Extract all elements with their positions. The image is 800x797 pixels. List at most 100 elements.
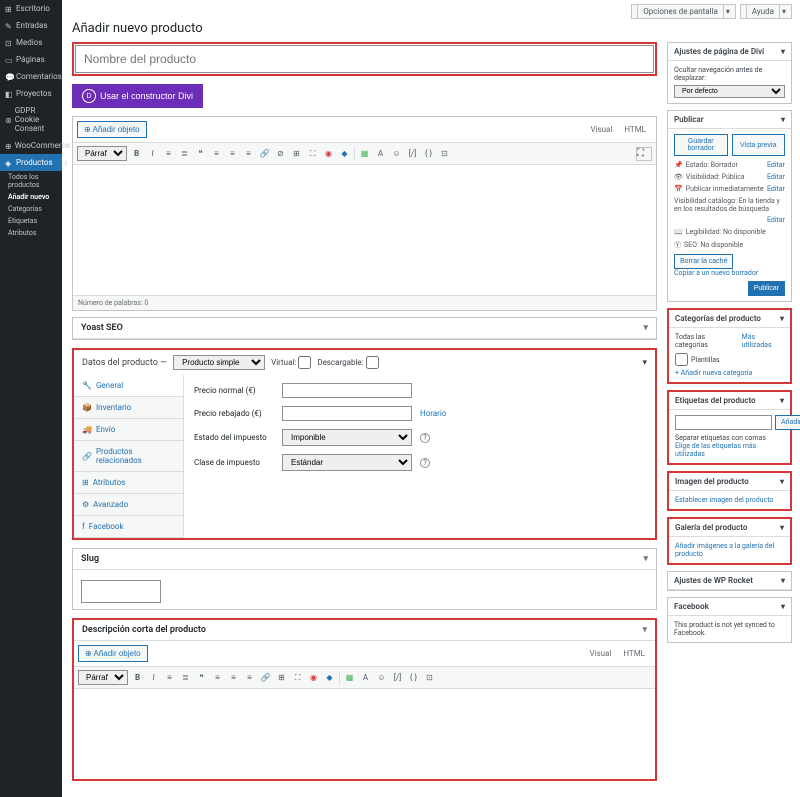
tax-class-select[interactable]: Estándar xyxy=(282,454,412,471)
list-ol-icon[interactable]: ≣ xyxy=(178,147,191,160)
align-right-icon[interactable]: ≡ xyxy=(242,147,255,160)
divi-nav-select[interactable]: Por defecto xyxy=(674,85,785,98)
sidebar-item-posts[interactable]: ✎Entradas xyxy=(0,17,62,34)
italic-icon[interactable]: I xyxy=(146,147,159,160)
edit-catalog-link[interactable]: Editar xyxy=(767,216,785,224)
text-color-icon[interactable]: A xyxy=(374,147,387,160)
code-icon[interactable]: { } xyxy=(422,147,435,160)
help-icon[interactable]: ? xyxy=(420,458,430,468)
sidebar-item-media[interactable]: ⊡Medios xyxy=(0,34,62,51)
regular-price-input[interactable] xyxy=(282,383,412,398)
chevron-down-icon[interactable]: ▾ xyxy=(780,477,784,486)
tab-inventory[interactable]: 📦 Inventario xyxy=(74,397,183,419)
format-select-short[interactable]: Párrafo xyxy=(78,670,128,685)
shortcode-icon[interactable]: [/] xyxy=(406,147,419,160)
add-gallery-link[interactable]: Añadir imágenes a la galería del product… xyxy=(675,542,774,558)
tab-facebook[interactable]: f Facebook xyxy=(74,516,183,538)
editor-body[interactable] xyxy=(73,165,656,295)
sidebar-sub-tags[interactable]: Etiquetas xyxy=(0,215,62,227)
sale-price-input[interactable] xyxy=(282,406,412,421)
more-icon[interactable]: ⊞ xyxy=(290,147,303,160)
chevron-down-icon[interactable]: ▾ xyxy=(781,115,785,124)
slug-input[interactable] xyxy=(81,580,161,603)
chevron-down-icon[interactable]: ▾ xyxy=(643,554,648,564)
chevron-down-icon[interactable]: ▾ xyxy=(642,625,647,635)
sidebar-item-projects[interactable]: ◧Proyectos xyxy=(0,85,62,102)
sidebar-item-pages[interactable]: ▭Páginas xyxy=(0,51,62,68)
screen-options-toggle[interactable]: Opciones de pantalla ▾ xyxy=(631,4,736,19)
sidebar-item-products[interactable]: ◈Productos xyxy=(0,154,62,171)
divi-builder-button[interactable]: Usar el constructor Divi xyxy=(72,84,203,108)
schedule-link[interactable]: Horario xyxy=(420,409,446,418)
tag-input[interactable] xyxy=(675,415,772,430)
chevron-down-icon[interactable]: ▾ xyxy=(781,602,785,611)
edit-date-link[interactable]: Editar xyxy=(767,185,785,193)
align-center-icon[interactable]: ≡ xyxy=(226,147,239,160)
choose-tags-link[interactable]: Elige de las etiquetas más utilizadas xyxy=(675,442,756,458)
category-checkbox[interactable]: Plantillas xyxy=(675,353,784,366)
bold-icon[interactable]: B xyxy=(130,147,143,160)
publish-button[interactable]: Publicar xyxy=(748,281,785,296)
product-title-input[interactable] xyxy=(75,45,654,73)
sidebar-sub-attributes[interactable]: Atributos xyxy=(0,227,62,239)
editor-tab-visual-short[interactable]: Visual xyxy=(583,646,617,661)
sidebar-item-comments[interactable]: 💬Comentarios xyxy=(0,68,62,85)
add-tag-button[interactable]: Añadir xyxy=(775,415,800,430)
downloadable-checkbox[interactable]: Descargable: xyxy=(317,356,378,369)
sidebar-item-woocommerce[interactable]: ⊕WooCommerce xyxy=(0,137,62,154)
special1-icon[interactable]: ◉ xyxy=(322,147,335,160)
short-editor-body[interactable] xyxy=(74,689,655,779)
table-icon[interactable]: ▦ xyxy=(358,147,371,160)
tab-advanced[interactable]: ⚙ Avanzado xyxy=(74,494,183,516)
editor-tab-html-short[interactable]: HTML xyxy=(617,646,651,661)
special2-icon[interactable]: ◆ xyxy=(338,147,351,160)
sidebar-item-gdpr[interactable]: ⊛GDPR Cookie Consent xyxy=(0,102,62,137)
chevron-down-icon[interactable]: ▾ xyxy=(643,323,648,333)
sidebar-sub-add-new[interactable]: Añadir nuevo xyxy=(0,191,62,203)
product-type-select[interactable]: Producto simple xyxy=(173,355,265,370)
chevron-down-icon[interactable]: ▾ xyxy=(780,396,784,405)
align-left-icon[interactable]: ≡ xyxy=(210,147,223,160)
list-ul-icon[interactable]: ≡ xyxy=(162,147,175,160)
expand-editor-icon[interactable]: ⛶ xyxy=(636,147,652,161)
chevron-down-icon[interactable]: ▾ xyxy=(781,576,785,585)
sidebar-sub-all[interactable]: Todos los productos xyxy=(0,171,62,191)
help-toggle[interactable]: Ayuda ▾ xyxy=(740,4,792,19)
emoji-icon[interactable]: ☺ xyxy=(390,147,403,160)
sidebar-item-dashboard[interactable]: ⊞Escritorio xyxy=(0,0,62,17)
preview-button[interactable]: Vista previa xyxy=(732,134,786,156)
clear-cache-button[interactable]: Borrar la caché xyxy=(674,254,733,269)
cat-tab-used[interactable]: Más utilizadas xyxy=(742,333,784,349)
copy-draft-link[interactable]: Copiar a un nuevo borrador xyxy=(674,269,758,277)
tax-status-select[interactable]: Imponible xyxy=(282,429,412,446)
editor-tab-visual[interactable]: Visual xyxy=(584,122,618,137)
chevron-down-icon[interactable]: ▾ xyxy=(780,523,784,532)
link-icon[interactable]: 🔗 xyxy=(258,147,271,160)
format-select[interactable]: Párrafo xyxy=(77,146,127,161)
cat-tab-all[interactable]: Todas las categorías xyxy=(675,333,736,349)
tab-linked[interactable]: 🔗 Productos relacionados xyxy=(74,441,183,472)
edit-visibility-link[interactable]: Editar xyxy=(767,173,785,181)
virtual-checkbox[interactable]: Virtual: xyxy=(271,356,311,369)
chevron-down-icon[interactable]: ▾ xyxy=(780,314,784,323)
add-media-button[interactable]: ⊕ Añadir objeto xyxy=(77,121,147,138)
toggle-icon[interactable]: ⊡ xyxy=(438,147,451,160)
save-draft-button[interactable]: Guardar borrador xyxy=(674,134,728,156)
chevron-down-icon[interactable]: ▾ xyxy=(642,358,647,368)
set-image-link[interactable]: Establecer imagen del producto xyxy=(675,496,773,504)
quote-icon[interactable]: ❝ xyxy=(194,147,207,160)
help-icon[interactable]: ? xyxy=(420,433,430,443)
fullscreen-icon[interactable]: ⛶ xyxy=(306,147,319,160)
tab-general[interactable]: 🔧 General xyxy=(74,375,183,397)
add-media-button-short[interactable]: ⊕ Añadir objeto xyxy=(78,645,148,662)
chevron-down-icon[interactable]: ▾ xyxy=(781,47,785,56)
edit-status-link[interactable]: Editar xyxy=(767,161,785,169)
tab-attributes[interactable]: ⊞ Atributos xyxy=(74,472,183,494)
unlink-icon[interactable]: ⊘ xyxy=(274,147,287,160)
tab-shipping[interactable]: 🚚 Envío xyxy=(74,419,183,441)
tags-box: Etiquetas del producto▾ Añadir Separar e… xyxy=(667,390,792,465)
add-category-link[interactable]: + Añadir nueva categoría xyxy=(675,369,752,377)
editor-tab-html[interactable]: HTML xyxy=(618,122,652,137)
sidebar-sub-categories[interactable]: Categorías xyxy=(0,203,62,215)
eye-icon: 👁 xyxy=(674,173,683,181)
